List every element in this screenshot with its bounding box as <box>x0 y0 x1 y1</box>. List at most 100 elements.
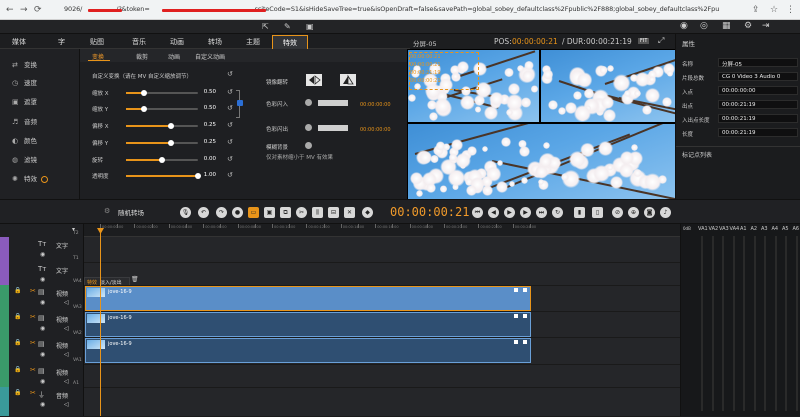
reload-icon[interactable]: ⟳ <box>34 5 42 15</box>
reset-icon[interactable]: ↺ <box>227 155 233 163</box>
track-header[interactable]: Tт 文字 T1 ◉ <box>0 256 84 285</box>
zoom-select[interactable]: FIT <box>638 38 650 44</box>
nav-item-audio[interactable]: ♬ 音频 <box>12 116 37 126</box>
reset-icon[interactable]: ↺ <box>227 88 233 96</box>
subtab-crop[interactable]: 裁剪 <box>136 52 148 61</box>
tab-animation[interactable]: 动画 <box>170 37 184 47</box>
mic-icon[interactable]: 🎙 <box>180 207 191 218</box>
color-in-swatch[interactable] <box>318 100 348 106</box>
video-clip[interactable]: jove-16-9 <box>85 286 531 311</box>
fullscreen-icon[interactable]: ⤢ <box>658 36 664 46</box>
nav-item-effects[interactable]: ✺ 特效 <box>12 173 48 183</box>
play-icon[interactable]: ▶ <box>504 207 515 218</box>
delete-icon[interactable]: ✕ <box>344 207 355 218</box>
forward-icon[interactable]: → <box>20 5 28 15</box>
reset-icon[interactable]: ↺ <box>227 70 233 78</box>
trash-icon[interactable]: 🗑 <box>131 276 139 283</box>
color-out-time[interactable]: 00:00:00:00 <box>360 127 391 133</box>
scissors-icon[interactable]: ✂ <box>30 339 36 347</box>
speaker-icon[interactable]: ◁ <box>64 351 69 358</box>
grid-icon[interactable]: ▦ <box>722 21 731 31</box>
tab-theme[interactable]: 主题 <box>246 37 260 47</box>
fx-toggle-icon[interactable] <box>41 175 48 183</box>
lock-icon[interactable]: 🔒 <box>14 287 21 294</box>
redo-icon[interactable]: ↷ <box>216 207 227 218</box>
track-header[interactable]: ⏚ 音频 A1 ◉ 🔒 ✂ ◁ <box>0 381 84 416</box>
speaker-icon[interactable]: ◁ <box>64 378 69 385</box>
slider-track[interactable] <box>126 157 198 163</box>
prop-value-in[interactable]: 00:00:00:00 <box>718 86 798 95</box>
zoom-in-icon[interactable]: ⊕ <box>628 207 639 218</box>
sound-icon[interactable]: ◉ <box>680 21 688 31</box>
slider-track[interactable] <box>126 123 198 129</box>
color-out-check[interactable] <box>305 124 312 131</box>
tab-media[interactable]: 媒体 <box>12 37 26 47</box>
reset-icon[interactable]: ↺ <box>227 104 233 112</box>
color-out-swatch[interactable] <box>318 125 348 131</box>
tab-transition[interactable]: 转场 <box>208 37 222 47</box>
flip-horizontal-button[interactable] <box>306 74 322 86</box>
subtab-custom-animation[interactable]: 自定义动画 <box>195 52 225 61</box>
settings-icon[interactable]: ⚙ <box>104 207 110 215</box>
slider-value[interactable]: 0.50 <box>198 105 216 111</box>
export-icon[interactable]: ⇱ <box>262 22 269 31</box>
step-back-icon[interactable]: ◀ <box>488 207 499 218</box>
back-icon[interactable]: ← <box>6 5 14 15</box>
eye-icon[interactable]: ◉ <box>40 325 45 332</box>
scissors-icon[interactable]: ✂ <box>30 287 36 295</box>
prev-edit-icon[interactable]: ⏮ <box>472 207 483 218</box>
lock-icon[interactable]: 🔒 <box>14 389 21 396</box>
slider-knob[interactable] <box>167 123 174 129</box>
prop-value-out[interactable]: 00:00:21:19 <box>718 100 798 109</box>
lock-icon[interactable]: 🔒 <box>14 313 21 320</box>
nav-item-speed[interactable]: ◷ 速度 <box>12 77 37 87</box>
tab-music[interactable]: 音乐 <box>132 37 146 47</box>
menu-icon[interactable]: ⋮ <box>786 5 795 15</box>
subtab-animation[interactable]: 动画 <box>168 52 180 61</box>
speaker-icon[interactable]: ◁ <box>64 401 69 408</box>
tab-text[interactable]: 字 <box>58 37 65 47</box>
video-preview[interactable]: 00:00:00:21 00:00:00:21 00:00:21:19 00:0… <box>407 49 675 199</box>
slider-value[interactable]: 0.50 <box>198 89 216 95</box>
save-icon[interactable]: ▣ <box>306 22 314 31</box>
video-clip[interactable]: jove-16-9 <box>85 312 531 337</box>
slider-track[interactable] <box>126 106 198 112</box>
volume-icon[interactable]: ♪ <box>660 207 671 218</box>
slider-knob[interactable] <box>141 90 147 96</box>
prop-value-name[interactable]: 分屏-05 <box>718 58 798 68</box>
speaker-icon[interactable]: ◁ <box>64 325 69 332</box>
undo-icon[interactable]: ↶ <box>198 207 209 218</box>
marker-icon[interactable]: ◆ <box>362 207 373 218</box>
export-icon[interactable]: ⇥ <box>762 21 770 31</box>
slider-knob[interactable] <box>141 106 147 112</box>
playhead[interactable] <box>100 228 101 416</box>
timeline-tracks[interactable]: 特效 淡入/淡出 🗑 jove-16-9 jove-16-9 jove-16-9 <box>84 237 680 417</box>
copy-icon[interactable]: ⧉ <box>280 207 291 218</box>
mark-in-icon[interactable]: ▮ <box>574 207 585 218</box>
eye-icon[interactable]: ◎ <box>700 21 708 31</box>
color-in-time[interactable]: 00:00:00:00 <box>360 102 391 108</box>
blur-background-check[interactable] <box>305 142 312 149</box>
eye-icon[interactable]: ◉ <box>40 276 45 283</box>
step-forward-icon[interactable]: ▶ <box>520 207 531 218</box>
tab-sticker[interactable]: 贴图 <box>90 37 104 47</box>
loop-icon[interactable]: ↻ <box>552 207 563 218</box>
slider-value[interactable]: 0.25 <box>198 139 216 145</box>
eye-icon[interactable]: ◉ <box>40 401 45 408</box>
tab-effects[interactable]: 特效 <box>272 35 308 49</box>
eye-icon[interactable]: ◉ <box>40 299 45 306</box>
slider-value[interactable]: 0.25 <box>198 122 216 128</box>
cut-icon[interactable]: ✂ <box>296 207 307 218</box>
slider-track[interactable] <box>126 173 201 179</box>
eye-icon[interactable]: ◉ <box>40 351 45 358</box>
nav-item-filter[interactable]: ◍ 滤镜 <box>12 154 37 164</box>
next-edit-icon[interactable]: ⏭ <box>536 207 547 218</box>
video-clip[interactable]: jove-16-9 <box>85 338 531 363</box>
scissors-icon[interactable]: ✂ <box>30 389 36 397</box>
speaker-icon[interactable]: ◁ <box>64 299 69 306</box>
record-icon[interactable]: ● <box>232 207 243 218</box>
nav-item-color[interactable]: ◐ 颜色 <box>12 135 37 145</box>
scissors-icon[interactable]: ✂ <box>30 366 36 374</box>
random-transition-button[interactable]: 随机转场 <box>118 207 144 217</box>
share-icon[interactable]: ⇪ <box>752 5 760 15</box>
